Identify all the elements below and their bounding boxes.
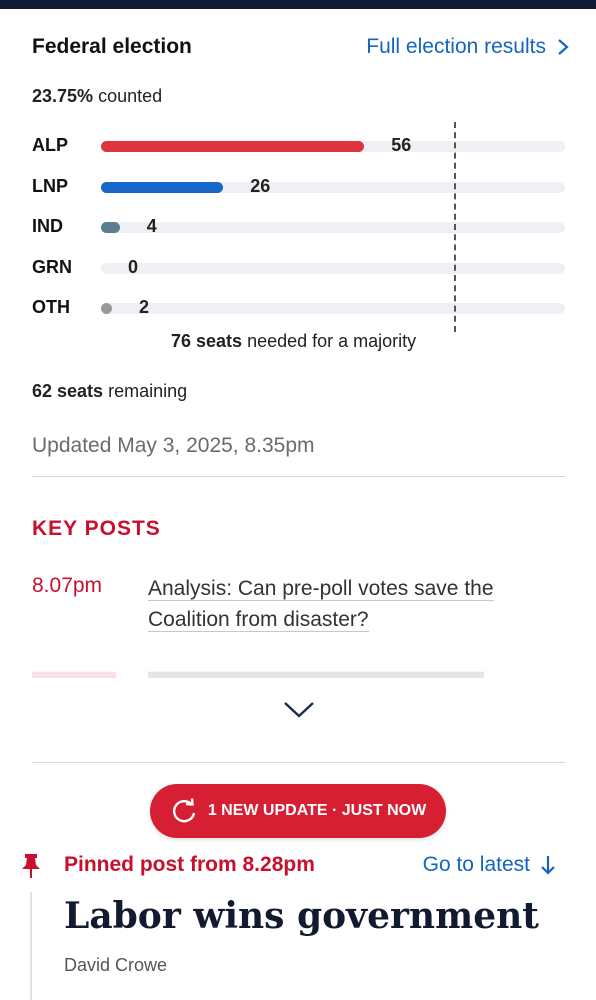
remaining-seats: 62 seats [32, 381, 104, 401]
key-post-time: 8.07pm [32, 574, 103, 597]
seat-count: 4 [146, 216, 157, 236]
pinned-post-label: Pinned post from 8.28pm [64, 853, 315, 876]
majority-note: 76 seats needed for a majority [171, 331, 416, 352]
party-row-grn: GRN 0 [32, 256, 566, 278]
party-row-ind: IND 4 [32, 216, 566, 237]
updated-timestamp: Updated May 3, 2025, 8.35pm [32, 434, 315, 457]
seat-bar-track [101, 222, 565, 233]
full-results-label: Full election results [366, 35, 546, 58]
seat-bar-fill [101, 303, 112, 314]
post-author[interactable]: David Crowe [64, 955, 167, 976]
party-row-oth: OTH 2 [32, 297, 566, 318]
post-title[interactable]: Labor wins government [64, 895, 539, 937]
key-post-link[interactable]: Analysis: Can pre-poll votes save the Co… [148, 573, 528, 635]
counted-status: 23.75% counted [32, 86, 162, 107]
counted-percent: 23.75% [32, 86, 94, 106]
seat-count: 0 [128, 256, 139, 277]
seat-count: 2 [139, 297, 150, 317]
seats-remaining: 62 seats remaining [32, 381, 187, 402]
faded-time-placeholder: ▬▬▬▬ [32, 660, 116, 682]
seat-bar-track [101, 303, 565, 314]
counted-suffix: counted [98, 86, 163, 106]
seat-count: 26 [250, 175, 271, 196]
go-to-latest-link[interactable]: Go to latest [423, 853, 556, 877]
majority-seats: 76 seats [171, 331, 243, 351]
go-to-latest-label: Go to latest [422, 853, 530, 876]
remaining-text: remaining [108, 381, 188, 401]
top-bar [0, 0, 596, 9]
party-label: IND [32, 216, 63, 236]
majority-marker [454, 122, 456, 332]
new-update-label: 1 NEW UPDATE · JUST NOW [207, 802, 427, 819]
party-label: LNP [32, 175, 68, 196]
seat-bar-fill [101, 181, 224, 193]
party-label: OTH [32, 297, 70, 317]
chevron-down-icon[interactable] [283, 700, 315, 720]
divider [32, 476, 565, 477]
pin-icon [22, 854, 40, 878]
key-posts-heading: KEY POSTS [32, 517, 161, 540]
refresh-icon [172, 798, 195, 823]
key-post-headline: Analysis: Can pre-poll votes save the Co… [148, 577, 494, 632]
party-label: ALP [32, 135, 68, 155]
faded-key-post: ▬▬▬▬ ▬▬▬▬▬▬▬▬▬▬▬▬▬▬▬▬ [32, 660, 565, 682]
full-results-link[interactable]: Full election results [366, 35, 570, 59]
arrow-down-icon [541, 856, 555, 875]
seat-bar-fill [101, 222, 120, 233]
seat-bar-track [101, 262, 565, 274]
party-row-alp: ALP 56 [32, 135, 566, 156]
chevron-right-icon [558, 39, 569, 55]
faded-headline-placeholder: ▬▬▬▬▬▬▬▬▬▬▬▬▬▬▬▬ [148, 660, 484, 682]
seat-count: 56 [391, 135, 412, 155]
majority-text: needed for a majority [247, 331, 417, 351]
divider [32, 762, 565, 763]
seat-bar-fill [101, 141, 365, 152]
party-label: GRN [32, 256, 72, 277]
post-rule [30, 892, 32, 1000]
party-row-lnp: LNP 26 [32, 175, 566, 197]
new-update-button[interactable]: 1 NEW UPDATE · JUST NOW [150, 784, 446, 838]
widget-title: Federal election [32, 35, 192, 58]
